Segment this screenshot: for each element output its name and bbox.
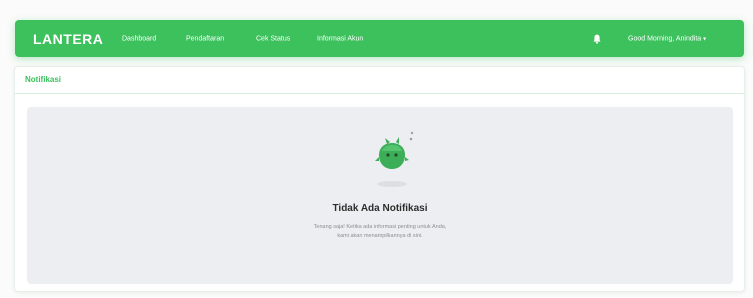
top-navbar: LANTERA Dashboard Pendaftaran Cek Status… xyxy=(15,20,744,57)
nav-link-cek-status[interactable]: Cek Status xyxy=(256,35,290,42)
empty-state-desc-line-1: Tenang saja! Ketika ada informasi pentin… xyxy=(313,224,447,230)
chevron-down-icon: ▾ xyxy=(703,36,707,42)
page: LANTERA Dashboard Pendaftaran Cek Status… xyxy=(0,0,753,298)
bell-icon[interactable] xyxy=(593,34,601,44)
empty-state-desc-line-2: kami akan menampilkannya di sini. xyxy=(337,233,423,239)
page-title: Notifikasi xyxy=(25,75,62,84)
card-header: Notifikasi xyxy=(15,67,744,94)
empty-state: Tidak Ada Notifikasi Tenang saja! Ketika… xyxy=(27,107,733,284)
notification-card: Notifikasi Tidak Ada Notifikasi Tenang s… xyxy=(14,66,745,292)
brand-logo[interactable]: LANTERA xyxy=(33,31,103,47)
nav-link-informasi-akun[interactable]: Informasi Akun xyxy=(317,35,363,42)
empty-state-title: Tidak Ada Notifikasi xyxy=(332,203,428,214)
empty-state-description: Tenang saja! Ketika ada informasi pentin… xyxy=(27,223,733,241)
nav-link-pendaftaran[interactable]: Pendaftaran xyxy=(186,35,224,42)
nav-link-dashboard[interactable]: Dashboard xyxy=(122,35,156,42)
user-greeting: Good Morning, Anindita xyxy=(628,35,702,42)
user-menu-dropdown[interactable]: Good Morning, Anindita ▾ xyxy=(628,35,706,42)
green-mascot-icon xyxy=(375,131,414,187)
